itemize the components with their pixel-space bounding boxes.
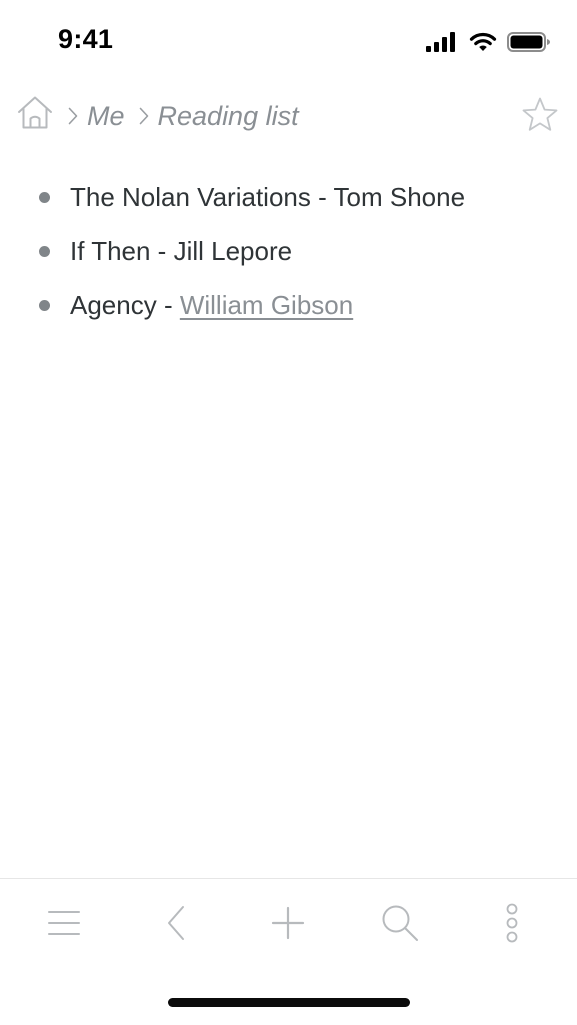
bullet [39, 245, 50, 257]
battery-icon [507, 31, 551, 53]
chevron-right-icon [139, 107, 149, 125]
status-bar: 9:41 [0, 0, 577, 80]
bullet [39, 299, 50, 311]
home-button[interactable] [16, 94, 54, 139]
list-item: Agency - William Gibson [36, 278, 556, 332]
home-indicator[interactable] [168, 998, 410, 1007]
menu-icon [46, 905, 82, 946]
list-item: If Then - Jill Lepore [36, 224, 556, 278]
back-icon [158, 905, 194, 946]
favorite-button[interactable] [521, 96, 559, 134]
plus-icon [270, 905, 306, 946]
menu-button[interactable] [40, 901, 88, 949]
reading-list: The Nolan Variations - Tom Shone If Then… [36, 170, 556, 332]
add-button[interactable] [264, 901, 312, 949]
bullet [39, 191, 50, 203]
wifi-icon [469, 31, 497, 53]
breadcrumb-item-me[interactable]: Me [87, 101, 125, 132]
author-link[interactable]: William Gibson [180, 290, 353, 321]
breadcrumb-item-reading-list[interactable]: Reading list [158, 101, 299, 132]
status-time: 9:41 [58, 24, 114, 54]
back-button[interactable] [152, 901, 200, 949]
list-item-text[interactable]: If Then - Jill Lepore [70, 236, 292, 267]
search-button[interactable] [376, 901, 424, 949]
status-icons [425, 28, 551, 56]
search-icon [380, 903, 420, 948]
list-item-text[interactable]: Agency - [70, 290, 180, 321]
chevron-right-icon [68, 107, 78, 125]
breadcrumb: Me Reading list [16, 96, 299, 136]
list-item: The Nolan Variations - Tom Shone [36, 170, 556, 224]
list-item-text[interactable]: The Nolan Variations - Tom Shone [70, 182, 465, 213]
more-vertical-icon [502, 903, 522, 948]
cellular-signal-icon [425, 31, 459, 53]
more-button[interactable] [488, 901, 536, 949]
star-icon [521, 97, 559, 138]
home-icon [16, 94, 54, 139]
